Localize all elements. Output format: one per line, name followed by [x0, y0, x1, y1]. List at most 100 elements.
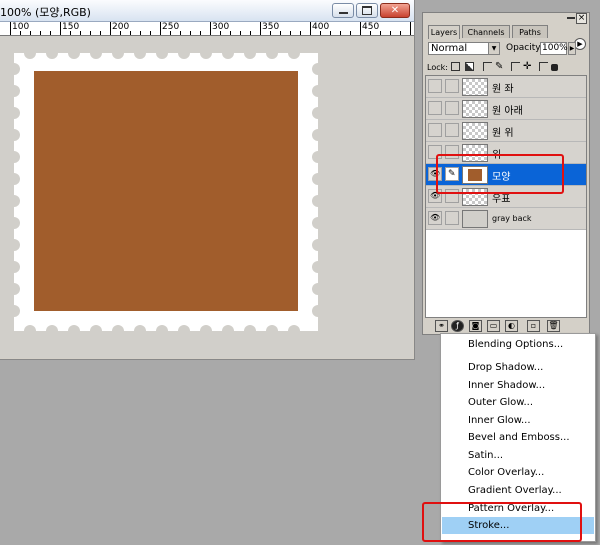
stamp-perforation [68, 47, 80, 59]
minimize-button[interactable] [332, 3, 354, 18]
link-toggle[interactable] [445, 79, 459, 93]
menu-item-gradient-overlay[interactable]: Gradient Overlay... [442, 482, 594, 499]
ruler-tick [80, 31, 81, 35]
layers-bottom-bar: ⚭ ƒ ◙ ▭ ◐ ▫ 🗑 [425, 320, 587, 333]
menu-item-drop-shadow[interactable]: Drop Shadow... [442, 359, 594, 376]
ruler-tick [180, 31, 181, 35]
menu-item-outer-glow[interactable]: Outer Glow... [442, 394, 594, 411]
layer-row[interactable]: 원 아래 [426, 98, 586, 120]
ruler-tick [220, 31, 221, 35]
palette-minimize-icon[interactable] [567, 17, 575, 19]
menu-item-inner-shadow[interactable]: Inner Shadow... [442, 377, 594, 394]
lock-box-icon[interactable] [511, 62, 520, 71]
menu-item-blending-options[interactable]: Blending Options... [442, 336, 594, 353]
ruler-tick [30, 31, 31, 35]
add-layer-style-icon[interactable]: ƒ [451, 320, 464, 332]
tab-paths[interactable]: Paths [512, 25, 548, 38]
tab-layers[interactable]: Layers [428, 25, 460, 39]
link-toggle[interactable] [445, 101, 459, 115]
brush-lock-icon[interactable]: ✎ [495, 62, 504, 72]
ruler-tick [110, 22, 111, 35]
ruler-tick [160, 22, 161, 35]
trash-icon[interactable]: 🗑 [547, 320, 560, 332]
stamp-perforation [134, 47, 146, 59]
lock-all-icon[interactable] [551, 64, 558, 71]
link-toggle[interactable] [445, 211, 459, 225]
link-toggle[interactable] [445, 123, 459, 137]
highlight-box-selected-layer [436, 154, 564, 194]
stamp-perforation [312, 107, 324, 119]
maximize-button[interactable] [356, 3, 378, 18]
lock-position-box-icon[interactable] [483, 62, 492, 71]
stamp-perforation [312, 85, 324, 97]
ruler-tick [270, 31, 271, 35]
stamp-perforation [8, 63, 20, 75]
lock-transparent-icon[interactable] [451, 62, 460, 71]
palette-close-icon[interactable]: × [576, 13, 587, 24]
document-window: 100% (모양,RGB) ✕ 100 150 200 250 300 350 400 450 [0, 0, 415, 360]
ruler-tick [380, 31, 381, 35]
link-layers-icon[interactable]: ⚭ [435, 320, 448, 332]
stamp-perforation [24, 47, 36, 59]
ruler-tick [190, 31, 191, 35]
ruler-tick [400, 31, 401, 35]
layer-row[interactable]: 원 좌 [426, 76, 586, 98]
palette-titlebar[interactable]: × [423, 13, 589, 24]
stamp-perforation [200, 47, 212, 59]
ruler-tick [120, 31, 121, 35]
move-lock-icon[interactable]: ✛ [523, 62, 532, 72]
stamp-perforation [312, 239, 324, 251]
opacity-slider-arrow-icon[interactable]: ▶ [568, 42, 576, 55]
menu-item-color-overlay[interactable]: Color Overlay... [442, 464, 594, 481]
ruler-tick [70, 31, 71, 35]
stamp-perforation [8, 195, 20, 207]
stamp-perforation [312, 195, 324, 207]
layer-thumbnail [462, 100, 488, 118]
highlight-box-stroke [422, 502, 582, 542]
ruler-tick [60, 22, 61, 35]
new-group-icon[interactable]: ▭ [487, 320, 500, 332]
add-mask-icon[interactable]: ◙ [469, 320, 482, 332]
stamp-perforation [156, 325, 168, 337]
lock-image-icon[interactable] [465, 62, 474, 71]
menu-item-bevel-emboss[interactable]: Bevel and Emboss... [442, 429, 594, 446]
ruler-tick [390, 31, 391, 35]
stamp-perforation [68, 325, 80, 337]
lock-label: Lock: [427, 63, 448, 72]
visibility-toggle[interactable] [428, 101, 442, 115]
layer-thumbnail [462, 78, 488, 96]
layer-name: 원 좌 [492, 84, 514, 95]
ruler-tick [320, 31, 321, 35]
menu-item-inner-glow[interactable]: Inner Glow... [442, 412, 594, 429]
stamp-perforation [288, 47, 300, 59]
stamp-perforation [178, 47, 190, 59]
new-layer-icon[interactable]: ▫ [527, 320, 540, 332]
document-titlebar[interactable]: 100% (모양,RGB) ✕ [0, 0, 414, 22]
stamp-perforation [46, 47, 58, 59]
stamp-shape [34, 71, 298, 311]
visibility-toggle[interactable] [428, 79, 442, 93]
blend-mode-value: Normal [431, 43, 468, 54]
stamp-perforation [222, 325, 234, 337]
opacity-input[interactable]: 100% [540, 42, 568, 55]
ruler-tick [410, 22, 411, 35]
lock-all-box-icon[interactable] [539, 62, 548, 71]
stamp-perforation [266, 47, 278, 59]
visibility-toggle[interactable] [428, 123, 442, 137]
stamp-perforation [8, 85, 20, 97]
close-button[interactable]: ✕ [380, 3, 410, 18]
ruler-tick [10, 22, 11, 35]
visibility-toggle[interactable]: 👁 [428, 211, 442, 225]
stamp-perforation [134, 325, 146, 337]
ruler-tick [230, 31, 231, 35]
layer-row[interactable]: 원 위 [426, 120, 586, 142]
stamp-perforation [178, 325, 190, 337]
layer-row[interactable]: 👁 gray back [426, 208, 586, 230]
tab-channels[interactable]: Channels [462, 25, 510, 38]
layer-thumbnail [462, 122, 488, 140]
stamp-perforation [244, 47, 256, 59]
menu-item-satin[interactable]: Satin... [442, 447, 594, 464]
adjustment-layer-icon[interactable]: ◐ [505, 320, 518, 332]
canvas[interactable] [0, 36, 413, 358]
blend-mode-select[interactable]: Normal ▼ [428, 42, 500, 55]
